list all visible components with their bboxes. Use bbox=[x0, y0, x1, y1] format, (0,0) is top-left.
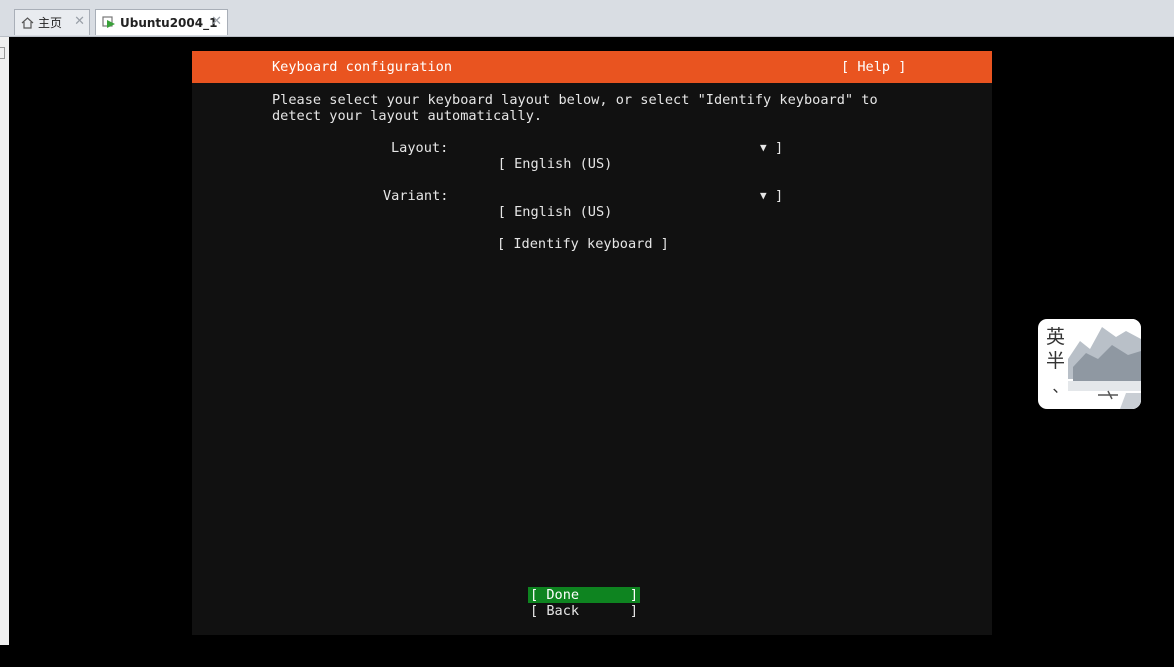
back-button[interactable]: [ Back ] bbox=[528, 603, 640, 619]
identify-keyboard-button[interactable]: [ Identify keyboard ] bbox=[497, 236, 669, 252]
bracket-close: ] bbox=[775, 140, 784, 156]
done-button[interactable]: [ Done ] bbox=[528, 587, 640, 603]
tab-vm[interactable]: Ubuntu2004_1 ✕ bbox=[95, 9, 228, 35]
page-title: Keyboard configuration bbox=[272, 59, 453, 75]
variant-value: [ English (US) bbox=[497, 204, 613, 220]
close-icon[interactable]: ✕ bbox=[74, 14, 85, 29]
widget-text: 英 半 ﹑ bbox=[1046, 326, 1066, 396]
layout-label: Layout: bbox=[391, 140, 449, 156]
instructions: Please select your keyboard layout below… bbox=[272, 92, 878, 124]
installer-panel: Keyboard configuration [ Help ] Please s… bbox=[192, 51, 992, 635]
collapse-handle-icon[interactable] bbox=[0, 47, 5, 59]
help-button[interactable]: [ Help ] bbox=[841, 59, 906, 75]
left-gutter bbox=[0, 37, 9, 645]
close-icon[interactable]: ✕ bbox=[211, 14, 222, 29]
instructions-line-2: detect your layout automatically. bbox=[272, 108, 543, 124]
layout-select[interactable]: [ English (US) ▼ ] bbox=[465, 140, 785, 172]
floating-widget[interactable]: 英 半 ﹑ bbox=[1038, 319, 1141, 409]
installer-header: Keyboard configuration [ Help ] bbox=[192, 51, 992, 83]
variant-label: Variant: bbox=[383, 188, 449, 204]
bracket-close: ] bbox=[775, 188, 784, 204]
bracket-close: ] bbox=[629, 587, 638, 603]
vm-icon bbox=[102, 16, 116, 29]
landscape-painting-icon bbox=[1068, 319, 1141, 409]
layout-value: [ English (US) bbox=[497, 156, 613, 172]
home-icon bbox=[21, 16, 34, 29]
back-label: [ Back bbox=[530, 603, 580, 619]
variant-select[interactable]: [ English (US) ▼ ] bbox=[465, 188, 785, 220]
dropdown-arrow-icon: ▼ bbox=[760, 189, 767, 202]
instructions-line-1: Please select your keyboard layout below… bbox=[272, 92, 878, 108]
tab-home-label: 主页 bbox=[38, 16, 63, 30]
bracket-close: ] bbox=[629, 603, 638, 619]
dropdown-arrow-icon: ▼ bbox=[760, 141, 767, 154]
tab-home[interactable]: 主页 ✕ bbox=[14, 9, 90, 35]
tab-strip: 主页 ✕ Ubuntu2004_1 ✕ bbox=[0, 0, 1174, 37]
tab-vm-label: Ubuntu2004_1 bbox=[120, 15, 218, 30]
done-label: [ Done bbox=[530, 587, 580, 603]
